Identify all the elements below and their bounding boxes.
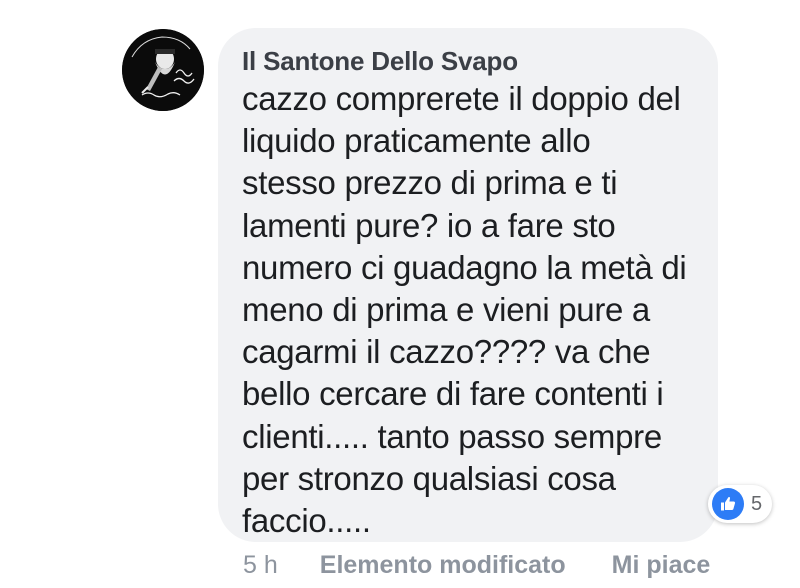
comment-line: lamenti pure? io a fare sto bbox=[242, 206, 616, 244]
reaction-count: 5 bbox=[751, 492, 763, 515]
comment-line: cazzo comprerete il doppio del bbox=[242, 80, 681, 117]
thumbs-up-icon bbox=[712, 488, 744, 520]
comment-actions: 5 h Elemento modificato Mi piace bbox=[243, 548, 710, 582]
comment-text: cazzo comprerete il doppio del liquido pr… bbox=[242, 78, 712, 542]
comment-author[interactable]: Il Santone Dello Svapo bbox=[242, 46, 518, 77]
comment-line: bello cercare di fare contenti i bbox=[242, 375, 664, 413]
edited-label[interactable]: Elemento modificato bbox=[320, 551, 566, 580]
avatar[interactable] bbox=[122, 29, 204, 111]
reaction-summary[interactable]: 5 bbox=[708, 485, 773, 523]
comment-line: clienti..... tanto passo sempre bbox=[242, 417, 662, 455]
comment-line: meno di prima e vieni pure a bbox=[242, 291, 650, 329]
comment-line: numero ci guadagno la metà di bbox=[242, 248, 687, 286]
comment-line: liquido praticamente allo bbox=[242, 122, 591, 160]
avatar-image bbox=[122, 29, 204, 111]
comment-line: cagarmi il cazzo???? va che bbox=[242, 333, 651, 371]
comment-line: faccio..... bbox=[242, 502, 371, 540]
like-button[interactable]: Mi piace bbox=[612, 551, 711, 580]
comment-line: stesso prezzo di prima e ti bbox=[242, 164, 618, 202]
comment-line: per stronzo qualsiasi cosa bbox=[242, 459, 616, 497]
comment-bubble: Il Santone Dello Svapo cazzo comprerete … bbox=[218, 28, 718, 542]
comment-view: Il Santone Dello Svapo cazzo comprerete … bbox=[0, 0, 800, 588]
comment-timestamp[interactable]: 5 h bbox=[243, 551, 278, 580]
